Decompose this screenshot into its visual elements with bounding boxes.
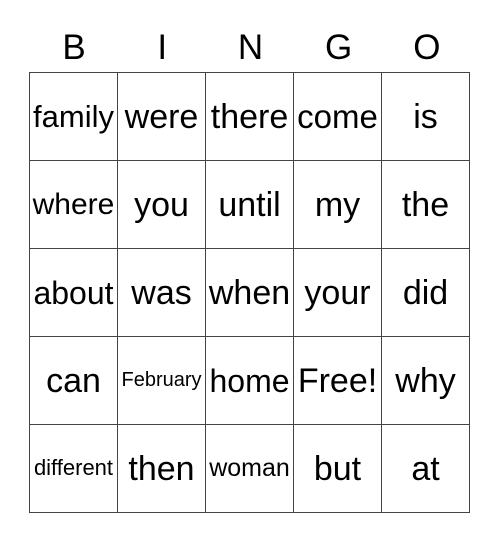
cell-word: when [208, 273, 291, 312]
bingo-cell[interactable]: family [29, 72, 118, 161]
header-letter: B [62, 28, 86, 67]
bingo-cell[interactable]: but [293, 424, 382, 513]
bingo-cell[interactable]: woman [205, 424, 294, 513]
bingo-cell[interactable]: why [381, 336, 470, 425]
cell-word: then [128, 449, 195, 488]
bingo-cell[interactable]: when [205, 248, 294, 337]
bingo-cell[interactable]: home [205, 336, 294, 425]
bingo-cell[interactable]: is [381, 72, 470, 161]
cell-word: did [402, 273, 449, 312]
bingo-cell[interactable]: Free! [293, 336, 382, 425]
bingo-cell[interactable]: where [29, 160, 118, 249]
bingo-row: different then woman but at [29, 424, 470, 513]
cell-word: come [297, 98, 378, 135]
cell-word: why [395, 361, 456, 400]
cell-word: where [32, 187, 115, 221]
header-letter: N [237, 28, 264, 67]
bingo-grid: family were there come is where you until my the a… [29, 72, 470, 513]
cell-word: your [304, 273, 371, 312]
cell-word: at [411, 449, 440, 488]
bingo-cell[interactable]: about [29, 248, 118, 337]
cell-word: was [131, 273, 192, 312]
bingo-header: B I N G O [30, 26, 471, 70]
bingo-cell[interactable]: different [29, 424, 118, 513]
cell-word: can [46, 361, 101, 400]
bingo-cell[interactable]: come [293, 72, 382, 161]
bingo-cell[interactable]: was [117, 248, 206, 337]
bingo-row: about was when your did [29, 248, 470, 337]
cell-word: family [33, 99, 114, 134]
cell-word: my [314, 185, 361, 224]
header-letter: O [413, 28, 441, 67]
cell-word: different [33, 455, 114, 480]
bingo-cell[interactable]: the [381, 160, 470, 249]
bingo-cell[interactable]: there [205, 72, 294, 161]
cell-word: Free! [297, 361, 378, 400]
bingo-cell[interactable]: February [117, 336, 206, 425]
cell-word: is [413, 97, 438, 136]
bingo-cell[interactable]: were [117, 72, 206, 161]
bingo-cell[interactable]: did [381, 248, 470, 337]
cell-word: until [218, 185, 281, 224]
cell-word: woman [209, 454, 290, 482]
cell-word: about [33, 274, 114, 311]
bingo-cell[interactable]: can [29, 336, 118, 425]
bingo-cell[interactable]: then [117, 424, 206, 513]
cell-word: there [210, 97, 289, 136]
bingo-row: family were there come is [29, 72, 470, 161]
bingo-row: can February home Free! why [29, 336, 470, 425]
bingo-row: where you until my the [29, 160, 470, 249]
cell-word: you [134, 185, 189, 224]
cell-word: but [313, 449, 362, 488]
bingo-cell[interactable]: until [205, 160, 294, 249]
cell-word: February [121, 369, 202, 391]
bingo-cell[interactable]: at [381, 424, 470, 513]
bingo-cell[interactable]: you [117, 160, 206, 249]
cell-word: the [401, 185, 450, 224]
bingo-cell[interactable]: your [293, 248, 382, 337]
header-letter: I [157, 28, 168, 67]
cell-word: home [209, 362, 290, 399]
cell-word: were [124, 97, 199, 136]
header-letter: G [325, 28, 353, 67]
bingo-cell[interactable]: my [293, 160, 382, 249]
